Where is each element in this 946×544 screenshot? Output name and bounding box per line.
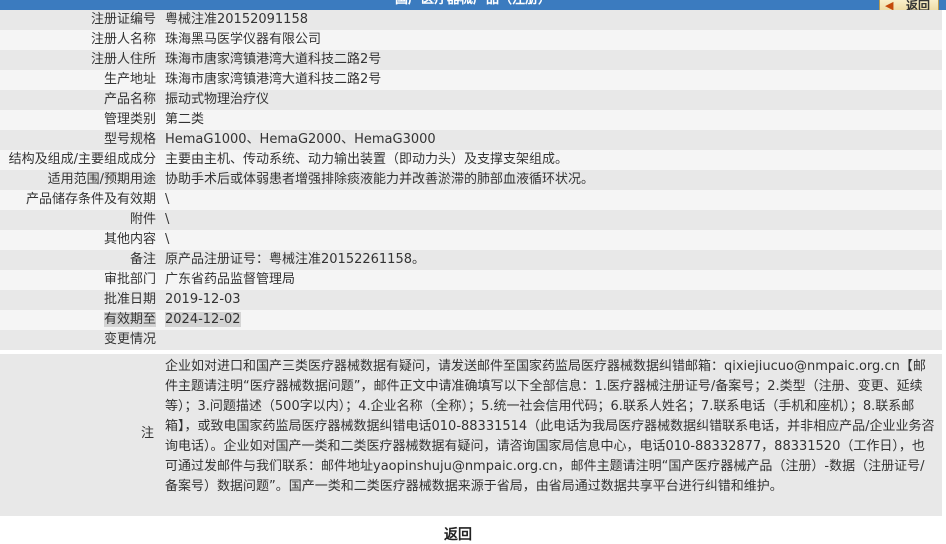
page-title: 国产医疗器械产品（注册） (0, 0, 946, 10)
table-row: 注册证编号 粤械注准20152091158 (0, 10, 942, 30)
table-row: 批准日期 2019-12-03 (0, 290, 942, 310)
field-label: 产品储存条件及有效期 (0, 190, 156, 210)
table-row: 产品储存条件及有效期 \ (0, 190, 942, 210)
field-value: 协助手术后或体弱患者增强排除痰液能力并改善淤滞的肺部血液循环状况。 (156, 170, 942, 190)
table-row: 适用范围/预期用途 协助手术后或体弱患者增强排除痰液能力并改善淤滞的肺部血液循环… (0, 170, 942, 190)
field-label: 有效期至 (0, 310, 156, 330)
field-value: 原产品注册证号：粤械注准20152261158。 (156, 250, 942, 270)
field-label: 产品名称 (0, 90, 156, 110)
field-value: 广东省药品监督管理局 (156, 270, 942, 290)
note-label: 注 (140, 426, 154, 441)
field-label: 结构及组成/主要组成成分 (0, 150, 156, 170)
field-label: 附件 (0, 210, 156, 230)
table-row: 管理类别 第二类 (0, 110, 942, 130)
field-label: 变更情况 (0, 330, 156, 350)
field-label: 注册人名称 (0, 30, 156, 50)
table-row: 审批部门 广东省药品监督管理局 (0, 270, 942, 290)
field-value: 粤械注准20152091158 (156, 10, 942, 30)
field-value: 振动式物理治疗仪 (156, 90, 942, 110)
table-row: 有效期至 2024-12-02 (0, 310, 942, 330)
field-value: 主要由主机、传动系统、动力输出装置（即动力头）及支撑支架组成。 (156, 150, 942, 170)
header-bar: 国产医疗器械产品（注册） (0, 0, 946, 10)
field-value: 珠海黑马医学仪器有限公司 (156, 30, 942, 50)
field-label: 型号规格 (0, 130, 156, 150)
field-value: 2019-12-03 (156, 290, 942, 310)
field-value: \ (156, 230, 942, 250)
table-row: 注册人住所 珠海市唐家湾镇港湾大道科技二路2号 (0, 50, 942, 70)
field-label: 备注 (0, 250, 156, 270)
field-value (156, 330, 942, 350)
field-label: 其他内容 (0, 230, 156, 250)
field-label: 适用范围/预期用途 (0, 170, 156, 190)
field-value: \ (156, 190, 942, 210)
field-label: 注册人住所 (0, 50, 156, 70)
field-value: HemaG1000、HemaG2000、HemaG3000 (156, 130, 942, 150)
back-button-bottom[interactable]: 返回 (444, 524, 472, 544)
table-row: 结构及组成/主要组成成分 主要由主机、传动系统、动力输出装置（即动力头）及支撑支… (0, 150, 942, 170)
product-info-table: 注册证编号 粤械注准20152091158 注册人名称 珠海黑马医学仪器有限公司… (0, 10, 942, 350)
table-row: 型号规格 HemaG1000、HemaG2000、HemaG3000 (0, 130, 942, 150)
field-value: 第二类 (156, 110, 942, 130)
field-label: 批准日期 (0, 290, 156, 310)
note-text: 企业如对进口和国产三类医疗器械数据有疑问，请发送邮件至国家药监局医疗器械数据纠错… (165, 359, 935, 494)
field-label: 注册证编号 (0, 10, 156, 30)
table-row: 产品名称 振动式物理治疗仪 (0, 90, 942, 110)
table-row: 其他内容 \ (0, 230, 942, 250)
field-value: \ (156, 210, 942, 230)
note-row: 注 企业如对进口和国产三类医疗器械数据有疑问，请发送邮件至国家药监局医疗器械数据… (0, 354, 942, 516)
table-row: 变更情况 (0, 330, 942, 350)
field-value: 珠海市唐家湾镇港湾大道科技二路2号 (156, 50, 942, 70)
table-row: 附件 \ (0, 210, 942, 230)
table-row: 生产地址 珠海市唐家湾镇港湾大道科技二路2号 (0, 70, 942, 90)
field-label: 审批部门 (0, 270, 156, 290)
field-value: 2024-12-02 (156, 310, 942, 330)
field-label: 管理类别 (0, 110, 156, 130)
table-row: 备注 原产品注册证号：粤械注准20152261158。 (0, 250, 942, 270)
field-label: 生产地址 (0, 70, 156, 90)
field-value: 珠海市唐家湾镇港湾大道科技二路2号 (156, 70, 942, 90)
table-row: 注册人名称 珠海黑马医学仪器有限公司 (0, 30, 942, 50)
